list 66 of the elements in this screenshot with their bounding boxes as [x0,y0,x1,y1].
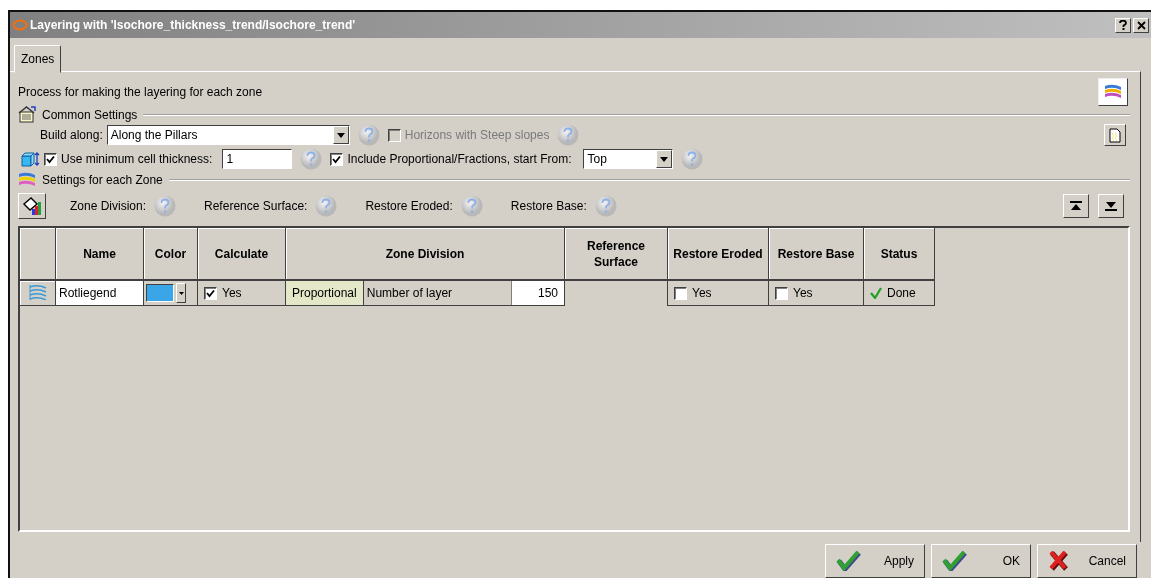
layers-button[interactable] [1098,78,1128,106]
name-cell[interactable]: Rotliegend [55,280,144,306]
checkbox[interactable] [674,286,687,300]
checkbox[interactable] [204,286,217,300]
checkbox-label: Horizons with Steep slopes [404,128,550,142]
help-icon [154,195,177,217]
field-label: Build along: [40,128,103,142]
column-header: Status [863,228,935,280]
dialog-button[interactable]: Apply [825,544,925,578]
checkbox[interactable] [775,286,788,300]
check-icon [836,551,862,571]
checkbox-label: Yes [692,286,712,300]
cube-arrows-icon [20,151,40,167]
help-icon [460,195,483,217]
move-bottom-button[interactable] [1098,194,1124,218]
tab[interactable]: Zones [14,45,62,73]
description-text: Process for making the layering for each zone [18,85,263,99]
zone-layers-icon [18,171,36,188]
help-label: Reference Surface: [204,199,308,213]
move-top-icon [1070,201,1082,211]
help-icon [300,148,323,170]
cross-icon [1048,551,1070,571]
help-button[interactable] [1115,17,1131,33]
help-icon [1119,20,1127,30]
help-icon [357,124,380,146]
window-title: Layering with 'Isochore_thickness_trend/Isochore_trend' [30,18,357,32]
check-icon [870,287,882,299]
move-bottom-icon [1105,201,1117,211]
input-field[interactable]: 1 [222,149,293,169]
help-label: Restore Base: [510,199,587,213]
dropdown[interactable]: Top [583,149,674,169]
help-icon [681,148,704,170]
checkbox[interactable] [44,152,57,166]
section-title: Common Settings [42,107,138,122]
paint-bucket-button[interactable] [18,193,46,219]
column-header: Calculate [197,228,286,280]
zone-row-icon [28,283,47,300]
close-icon [1136,20,1146,30]
close-button[interactable] [1133,17,1149,33]
status-text: Done [887,286,916,300]
new-document-button[interactable] [1104,124,1126,146]
app-logo-icon [12,19,28,31]
layers-icon [1103,83,1123,101]
help-icon [594,195,617,217]
dropdown[interactable]: Along the Pillars [106,125,350,145]
cancel-button[interactable]: Cancel [1037,544,1137,578]
help-icon [557,124,580,146]
column-header: Color [143,228,198,280]
column-header: Reference Surface [564,228,668,280]
column-header: Restore Eroded [667,228,769,280]
column-header: Zone Division [285,228,565,280]
checkbox-label: Use minimum cell thickness: [61,152,213,166]
checkbox-label: Yes [793,286,813,300]
dialog-button[interactable]: OK [931,544,1031,578]
checkbox[interactable] [330,152,344,166]
checkbox-label: Include Proportional/Fractions, start From: [347,152,572,166]
check-icon [942,551,968,571]
help-label: Restore Eroded: [365,199,453,213]
help-label: Zone Division: [70,199,147,213]
column-header: Name [55,228,144,280]
section-title: Settings for each Zone [42,172,163,187]
column-header: Restore Base [768,228,864,280]
document-icon [1109,127,1121,143]
help-icon [315,195,338,217]
checkbox-label: Yes [222,286,242,300]
move-top-button[interactable] [1063,194,1089,218]
